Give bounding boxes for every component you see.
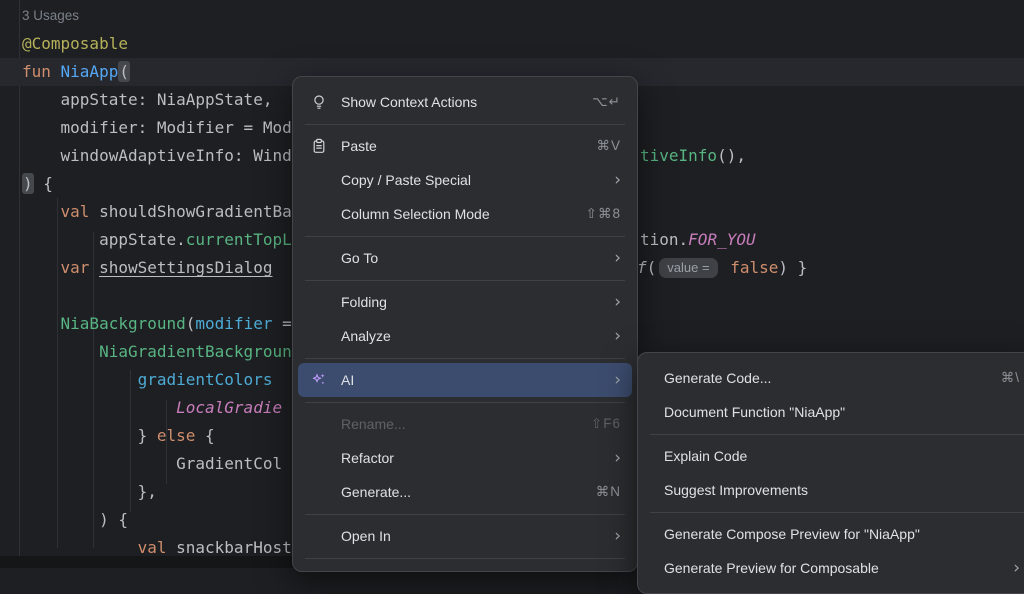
menu-item-generate-code[interactable]: Generate Code... ⌘\ [643, 361, 1024, 395]
menu-item-label: Suggest Improvements [664, 482, 808, 498]
menu-item-refactor[interactable]: Refactor › [298, 441, 632, 475]
code-fragment[interactable]: tion.FOR_YOU [640, 226, 756, 254]
menu-separator [305, 280, 625, 281]
menu-item-shortcut: ⇧F6 [591, 416, 621, 432]
menu-item-label: Paste [341, 138, 377, 154]
menu-separator [305, 358, 625, 359]
menu-item-suggest-improvements[interactable]: Suggest Improvements [643, 473, 1024, 507]
code-token: f [637, 258, 647, 277]
menu-item-label: Rename... [341, 416, 406, 432]
code-token: ( [647, 258, 657, 277]
menu-item-label: Generate Preview for Composable [664, 560, 879, 576]
menu-item-folding[interactable]: Folding › [298, 285, 632, 319]
menu-separator [305, 558, 625, 559]
menu-item-column-selection-mode[interactable]: Column Selection Mode ⇧⌘8 [298, 197, 632, 231]
submenu-arrow-icon: › [614, 250, 621, 267]
menu-item-label: Generate Code... [664, 370, 771, 386]
menu-item-show-context-actions[interactable]: Show Context Actions ⌥↵ [298, 85, 632, 119]
menu-item-ai[interactable]: AI › [298, 363, 632, 397]
menu-item-rename[interactable]: Rename... ⇧F6 [298, 407, 632, 441]
menu-item-generate-compose-preview[interactable]: Generate Compose Preview for "NiaApp" [643, 517, 1024, 551]
code-fragment[interactable]: f(value = false) } [637, 254, 807, 282]
menu-item-copy-paste-special[interactable]: Copy / Paste Special › [298, 163, 632, 197]
menu-item-go-to[interactable]: Go To › [298, 241, 632, 275]
menu-separator [650, 512, 1024, 513]
menu-item-shortcut: ⌘\ [1001, 370, 1020, 386]
context-menu: Show Context Actions ⌥↵ Paste ⌘V Copy / Past… [292, 76, 638, 572]
menu-item-open-in[interactable]: Open In › [298, 519, 632, 553]
submenu-arrow-icon: › [614, 450, 621, 467]
submenu-arrow-icon: › [614, 372, 621, 389]
menu-item-label: Analyze [341, 328, 391, 344]
code-token: tiveInfo [640, 146, 717, 165]
code-token: ) } [778, 258, 807, 277]
menu-item-document-function[interactable]: Document Function "NiaApp" [643, 395, 1024, 429]
menu-separator [305, 514, 625, 515]
menu-item-shortcut: ⌘V [596, 138, 621, 154]
lightbulb-icon [311, 94, 327, 110]
menu-separator [650, 434, 1024, 435]
code-token: false [730, 258, 778, 277]
menu-item-label: Go To [341, 250, 378, 266]
menu-separator [305, 124, 625, 125]
parameter-name-hint: value = [659, 258, 717, 278]
submenu-arrow-icon: › [614, 294, 621, 311]
menu-item-shortcut: ⌘N [596, 484, 621, 500]
menu-item-label: Explain Code [664, 448, 747, 464]
menu-item-label: Document Function "NiaApp" [664, 404, 845, 420]
menu-item-generate-preview-for-composable[interactable]: Generate Preview for Composable › [643, 551, 1024, 585]
menu-item-label: Copy / Paste Special [341, 172, 471, 188]
menu-item-label: Refactor [341, 450, 394, 466]
menu-item-analyze[interactable]: Analyze › [298, 319, 632, 353]
submenu-arrow-icon: › [1013, 560, 1020, 577]
submenu-arrow-icon: › [614, 172, 621, 189]
code-token: FOR_YOU [688, 230, 755, 249]
submenu-arrow-icon: › [614, 528, 621, 545]
menu-item-shortcut: ⇧⌘8 [586, 206, 621, 222]
submenu-arrow-icon: › [614, 328, 621, 345]
menu-item-label: Open In [341, 528, 391, 544]
menu-item-label: Show Context Actions [341, 94, 477, 110]
code-fragment[interactable]: tiveInfo(), [640, 142, 746, 170]
editor: 3 Usages@Composablefun NiaApp( appState:… [0, 0, 1024, 568]
ai-submenu: Generate Code... ⌘\ Document Function "Nia… [637, 352, 1024, 594]
menu-item-label: Generate... [341, 484, 411, 500]
clipboard-icon [311, 138, 327, 154]
menu-item-generate[interactable]: Generate... ⌘N [298, 475, 632, 509]
menu-item-paste[interactable]: Paste ⌘V [298, 129, 632, 163]
menu-item-label: Column Selection Mode [341, 206, 490, 222]
menu-item-explain-code[interactable]: Explain Code [643, 439, 1024, 473]
ai-sparkle-icon [311, 372, 327, 388]
menu-item-label: AI [341, 372, 354, 388]
menu-item-label: Generate Compose Preview for "NiaApp" [664, 526, 920, 542]
code-token [721, 258, 731, 277]
code-token: tion. [640, 230, 688, 249]
code-token: (), [717, 146, 746, 165]
menu-item-shortcut: ⌥↵ [592, 94, 621, 110]
menu-separator [305, 236, 625, 237]
menu-item-label: Folding [341, 294, 387, 310]
menu-separator [305, 402, 625, 403]
